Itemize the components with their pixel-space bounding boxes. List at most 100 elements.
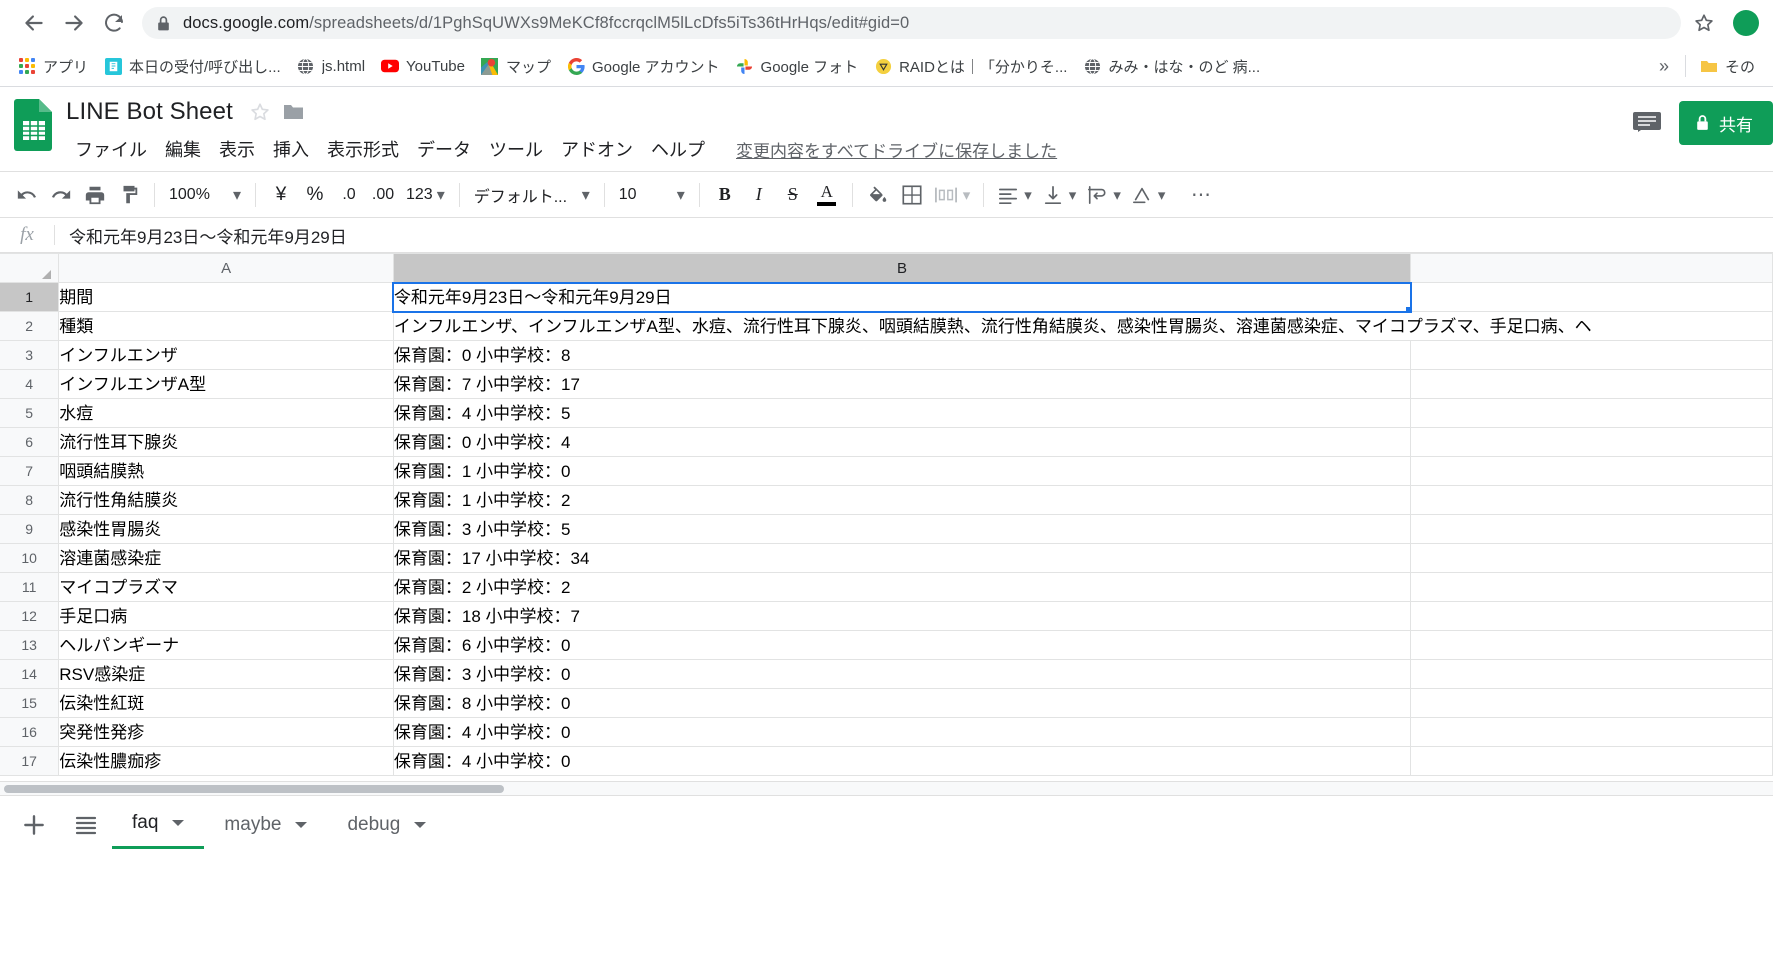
row-header[interactable]: 14 <box>0 659 60 689</box>
cell-a5[interactable]: 水痘 <box>58 398 394 428</box>
bookmark-apps[interactable]: アプリ <box>10 52 96 81</box>
cell-a13[interactable]: ヘルパンギーナ <box>58 630 394 660</box>
row-header[interactable]: 6 <box>0 427 60 457</box>
row-header[interactable]: 1 <box>0 282 60 312</box>
cell-c10[interactable] <box>1410 543 1773 573</box>
text-wrap-icon[interactable]: ▾ <box>1081 178 1126 212</box>
column-header-c[interactable] <box>1410 253 1773 283</box>
cell-c5[interactable] <box>1410 398 1773 428</box>
menu-help[interactable]: ヘルプ <box>642 134 714 164</box>
vertical-align-icon[interactable]: ▾ <box>1037 178 1082 212</box>
cell-b9[interactable]: 保育園：3 小中学校：5 <box>392 514 1412 544</box>
cell-c9[interactable] <box>1410 514 1773 544</box>
star-outline-icon[interactable] <box>249 101 271 123</box>
bookmark-google-account[interactable]: Google アカウント <box>559 52 728 81</box>
paint-format-icon[interactable] <box>112 178 146 212</box>
borders-icon[interactable] <box>895 178 929 212</box>
bookmark-maps[interactable]: マップ <box>473 52 559 81</box>
bookmark-reception[interactable]: 本日の受付/呼び出し... <box>96 52 289 81</box>
cell-b15[interactable]: 保育園：8 小中学校：0 <box>392 688 1412 718</box>
folder-move-icon[interactable] <box>283 103 304 121</box>
bookmark-google-photos[interactable]: Google フォト <box>728 52 867 81</box>
cell-b8[interactable]: 保育園：1 小中学校：2 <box>392 485 1412 515</box>
chevron-down-icon[interactable] <box>414 821 427 828</box>
cell-a6[interactable]: 流行性耳下腺炎 <box>58 427 394 457</box>
cell-a4[interactable]: インフルエンザA型 <box>58 369 394 399</box>
row-header[interactable]: 8 <box>0 485 60 515</box>
sheet-tab-faq[interactable]: faq <box>112 800 205 849</box>
cell-b5[interactable]: 保育園：4 小中学校：5 <box>392 398 1412 428</box>
address-bar[interactable]: docs.google.com/spreadsheets/d/1PghSqUWX… <box>142 7 1681 39</box>
row-header[interactable]: 9 <box>0 514 60 544</box>
scrollbar-thumb[interactable] <box>4 785 504 793</box>
reload-icon[interactable] <box>94 3 134 43</box>
cell-c1[interactable] <box>1410 282 1773 312</box>
cell-a17[interactable]: 伝染性膿痂疹 <box>58 746 394 776</box>
cell-b3[interactable]: 保育園：0 小中学校：8 <box>392 340 1412 370</box>
sheet-tab-maybe[interactable]: maybe <box>204 801 327 849</box>
row-header[interactable]: 11 <box>0 572 60 602</box>
row-header[interactable]: 10 <box>0 543 60 573</box>
fill-color-icon[interactable] <box>861 178 895 212</box>
cell-a11[interactable]: マイコプラズマ <box>58 572 394 602</box>
cell-c11[interactable] <box>1410 572 1773 602</box>
cell-c3[interactable] <box>1410 340 1773 370</box>
cell-b16[interactable]: 保育園：4 小中学校：0 <box>392 717 1412 747</box>
cell-c14[interactable] <box>1410 659 1773 689</box>
font-size-select[interactable]: 10 ▾ <box>613 178 691 212</box>
row-header[interactable]: 5 <box>0 398 60 428</box>
star-icon[interactable] <box>1687 6 1721 40</box>
cell-c16[interactable] <box>1410 717 1773 747</box>
undo-icon[interactable] <box>10 178 44 212</box>
menu-view[interactable]: 表示 <box>210 134 264 164</box>
row-header[interactable]: 15 <box>0 688 60 718</box>
horizontal-align-icon[interactable]: ▾ <box>992 178 1037 212</box>
strikethrough-button[interactable]: S <box>776 178 810 212</box>
cell-a10[interactable]: 溶連菌感染症 <box>58 543 394 573</box>
cell-a8[interactable]: 流行性角結膜炎 <box>58 485 394 515</box>
cell-a7[interactable]: 咽頭結膜熱 <box>58 456 394 486</box>
cell-b4[interactable]: 保育園：7 小中学校：17 <box>392 369 1412 399</box>
row-header[interactable]: 7 <box>0 456 60 486</box>
horizontal-scrollbar[interactable] <box>0 781 1773 795</box>
row-header[interactable]: 3 <box>0 340 60 370</box>
decrease-decimal-button[interactable]: .0 <box>332 178 366 212</box>
currency-format-button[interactable]: ¥ <box>264 178 298 212</box>
cell-a9[interactable]: 感染性胃腸炎 <box>58 514 394 544</box>
cell-c8[interactable] <box>1410 485 1773 515</box>
row-header[interactable]: 2 <box>0 311 60 341</box>
menu-addons[interactable]: アドオン <box>552 134 642 164</box>
add-sheet-icon[interactable] <box>8 803 60 847</box>
cell-b7[interactable]: 保育園：1 小中学校：0 <box>392 456 1412 486</box>
formula-input[interactable]: 令和元年9月23日〜令和元年9月29日 <box>55 223 347 248</box>
cell-b2[interactable]: インフルエンザ、インフルエンザA型、水痘、流行性耳下腺炎、咽頭結膜熱、流行性角結… <box>392 311 1773 341</box>
increase-decimal-button[interactable]: .00 <box>366 178 400 212</box>
all-sheets-icon[interactable] <box>60 803 112 847</box>
share-button[interactable]: 共有 <box>1679 101 1773 145</box>
cell-b6[interactable]: 保育園：0 小中学校：4 <box>392 427 1412 457</box>
bookmark-jshtml[interactable]: js.html <box>289 53 373 79</box>
more-toolbar-options-button[interactable]: ⋯ <box>1184 178 1218 212</box>
cell-a3[interactable]: インフルエンザ <box>58 340 394 370</box>
chevron-down-icon[interactable] <box>172 820 185 826</box>
menu-edit[interactable]: 編集 <box>156 134 210 164</box>
bold-button[interactable]: B <box>708 178 742 212</box>
bookmark-raid[interactable]: RAIDとは｜「分かりそ... <box>866 52 1075 81</box>
row-header[interactable]: 16 <box>0 717 60 747</box>
back-arrow-icon[interactable] <box>14 3 54 43</box>
cell-b12[interactable]: 保育園：18 小中学校：7 <box>392 601 1412 631</box>
row-header[interactable]: 4 <box>0 369 60 399</box>
number-format-select[interactable]: 123 ▾ <box>400 178 451 212</box>
row-header[interactable]: 12 <box>0 601 60 631</box>
cell-a1[interactable]: 期間 <box>58 282 394 312</box>
zoom-select[interactable]: 100% ▾ <box>163 178 247 212</box>
profile-avatar[interactable] <box>1733 10 1759 36</box>
column-header-b[interactable]: B <box>392 253 1412 283</box>
cell-c4[interactable] <box>1410 369 1773 399</box>
cell-a14[interactable]: RSV感染症 <box>58 659 394 689</box>
text-color-button[interactable]: A <box>810 178 844 212</box>
chevron-down-icon[interactable] <box>295 821 308 828</box>
cell-a2[interactable]: 種類 <box>58 311 394 341</box>
comment-icon[interactable] <box>1625 101 1669 145</box>
cell-b11[interactable]: 保育園：2 小中学校：2 <box>392 572 1412 602</box>
